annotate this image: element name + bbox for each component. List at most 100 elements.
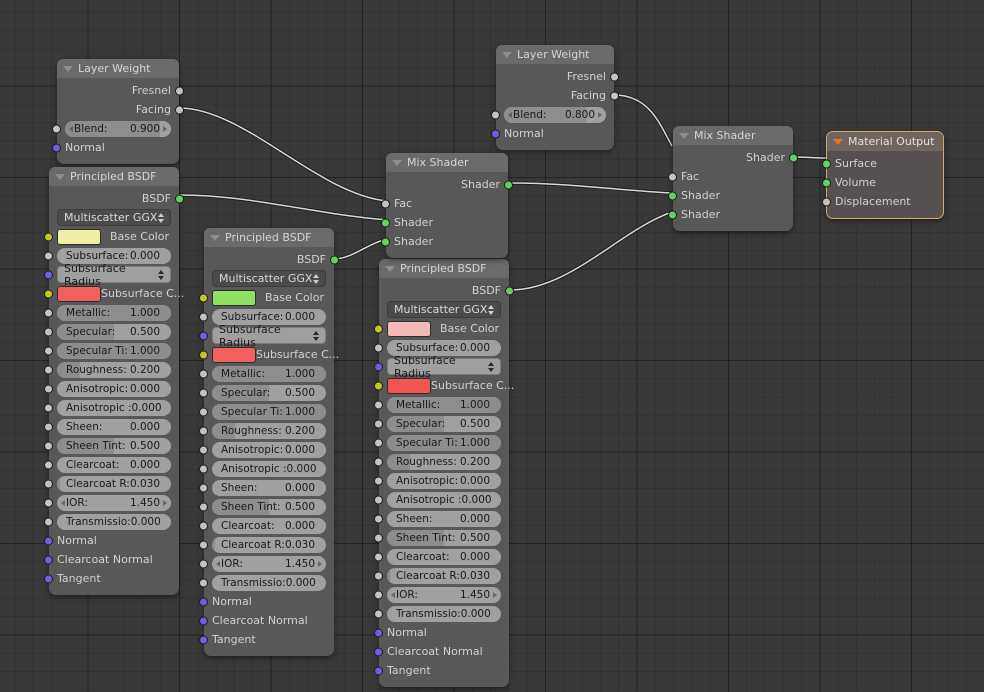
updown-arrows-icon[interactable] <box>158 212 164 223</box>
slider-metallic[interactable]: Metallic: 1.000 <box>57 304 171 321</box>
slider-clearcoat[interactable]: Clearcoat: 0.000 <box>387 548 501 565</box>
decrement-arrow-icon[interactable] <box>508 111 512 118</box>
distribution-dropdown[interactable]: Multiscatter GGX <box>212 270 326 287</box>
distribution-dropdown[interactable]: Multiscatter GGX <box>57 209 171 226</box>
subsurface-color-swatch[interactable] <box>387 377 431 394</box>
collapse-triangle-icon[interactable] <box>385 265 395 272</box>
slider-transmissio[interactable]: Transmissio: 0.000 <box>387 605 501 622</box>
slider-specularti[interactable]: Specular Ti: 1.000 <box>387 434 501 451</box>
decrement-arrow-icon[interactable] <box>69 125 73 132</box>
node-link[interactable] <box>333 238 389 260</box>
decrement-arrow-icon[interactable] <box>61 499 65 506</box>
slider-specular[interactable]: Specular: 0.500 <box>212 384 326 401</box>
increment-arrow-icon[interactable] <box>163 499 167 506</box>
base-color-swatch[interactable] <box>57 228 101 245</box>
node-header-principled-bsdf-3[interactable]: Principled BSDF <box>379 259 509 278</box>
subsurface-color-swatch[interactable] <box>212 346 256 363</box>
slider-subsurface[interactable]: Subsurface: 0.000 <box>387 339 501 356</box>
collapse-triangle-icon[interactable] <box>210 234 220 241</box>
node-header-layer-weight-1[interactable]: Layer Weight <box>57 59 179 78</box>
node-link[interactable] <box>179 194 389 221</box>
slider-clearcoat[interactable]: Clearcoat: 0.000 <box>212 517 326 534</box>
slider-anisotropic[interactable]: Anisotropic :0.000 <box>212 460 326 477</box>
slider-blend[interactable]: Blend: 0.800 <box>504 106 606 123</box>
slider-sheentint[interactable]: Sheen Tint: 0.500 <box>387 529 501 546</box>
node-header-material-output[interactable]: Material Output <box>827 132 943 151</box>
slider-specular[interactable]: Specular: 0.500 <box>57 323 171 340</box>
slider-roughness[interactable]: Roughness: 0.200 <box>57 361 171 378</box>
updown-arrows-icon[interactable] <box>488 361 494 372</box>
node-header-mix-shader-1[interactable]: Mix Shader <box>386 153 508 172</box>
collapse-triangle-icon[interactable] <box>679 132 689 139</box>
slider-blend[interactable]: Blend: 0.900 <box>65 120 171 137</box>
slider-sheen[interactable]: Sheen: 0.000 <box>57 418 171 435</box>
node-layer-weight-1[interactable]: Layer Weight Fresnel Facing Blend: 0.900 Norm… <box>52 59 184 164</box>
slider-anisotropic[interactable]: Anisotropic :0.000 <box>57 399 171 416</box>
shader-node-editor-canvas[interactable]: Layer Weight Fresnel Facing Blend: 0.900 Norm… <box>0 0 984 692</box>
base-color-swatch[interactable] <box>387 320 431 337</box>
slider-ior[interactable]: IOR: 1.450 <box>212 555 326 572</box>
collapse-triangle-icon[interactable] <box>63 65 73 72</box>
node-link[interactable] <box>613 94 673 147</box>
updown-arrows-icon[interactable] <box>488 304 494 315</box>
slider-clearcoat[interactable]: Clearcoat: 0.000 <box>57 456 171 473</box>
collapse-triangle-icon[interactable] <box>833 138 843 145</box>
node-layer-weight-2[interactable]: Layer Weight Fresnel Facing Blend: 0.800 Norm… <box>491 45 619 150</box>
decrement-arrow-icon[interactable] <box>391 591 395 598</box>
subsurface-radius-dropdown[interactable]: Subsurface Radius <box>212 323 326 349</box>
slider-sheentint[interactable]: Sheen Tint: 0.500 <box>57 437 171 454</box>
node-header-layer-weight-2[interactable]: Layer Weight <box>496 45 614 64</box>
slider-clearcoatr[interactable]: Clearcoat R: 0.030 <box>57 475 171 492</box>
node-mix-shader-2[interactable]: Mix Shader Shader Fac Shader Shader <box>668 126 798 231</box>
slider-roughness[interactable]: Roughness: 0.200 <box>212 422 326 439</box>
node-link[interactable] <box>178 107 389 202</box>
slider-subsurface[interactable]: Subsurface: 0.000 <box>57 247 171 264</box>
node-header-mix-shader-2[interactable]: Mix Shader <box>673 126 793 145</box>
slider-roughness[interactable]: Roughness: 0.200 <box>387 453 501 470</box>
slider-clearcoatr[interactable]: Clearcoat R: 0.030 <box>387 567 501 584</box>
distribution-dropdown[interactable]: Multiscatter GGX <box>387 301 501 318</box>
slider-metallic[interactable]: Metallic: 1.000 <box>212 365 326 382</box>
increment-arrow-icon[interactable] <box>598 111 602 118</box>
slider-anisotropic[interactable]: Anisotropic: 0.000 <box>387 472 501 489</box>
slider-sheentint[interactable]: Sheen Tint: 0.500 <box>212 498 326 515</box>
slider-anisotropic[interactable]: Anisotropic: 0.000 <box>57 380 171 397</box>
increment-arrow-icon[interactable] <box>163 125 167 132</box>
node-header-principled-bsdf-1[interactable]: Principled BSDF <box>49 167 179 186</box>
slider-ior[interactable]: IOR: 1.450 <box>387 586 501 603</box>
increment-arrow-icon[interactable] <box>318 560 322 567</box>
base-color-swatch[interactable] <box>212 289 256 306</box>
collapse-triangle-icon[interactable] <box>55 173 65 180</box>
slider-anisotropic[interactable]: Anisotropic :0.000 <box>387 491 501 508</box>
slider-metallic[interactable]: Metallic: 1.000 <box>387 396 501 413</box>
slider-sheen[interactable]: Sheen: 0.000 <box>212 479 326 496</box>
collapse-triangle-icon[interactable] <box>502 51 512 58</box>
subsurface-radius-dropdown[interactable]: Subsurface Radius <box>57 262 171 288</box>
slider-subsurface[interactable]: Subsurface: 0.000 <box>212 308 326 325</box>
collapse-triangle-icon[interactable] <box>392 159 402 166</box>
node-principled-bsdf-1[interactable]: Principled BSDF BSDF Multiscatter GGX Base … <box>44 167 184 595</box>
node-principled-bsdf-3[interactable]: Principled BSDF BSDF Multiscatter GGX Base … <box>374 259 514 687</box>
node-mix-shader-1[interactable]: Mix Shader Shader Fac Shader Shader <box>381 153 513 258</box>
node-principled-bsdf-2[interactable]: Principled BSDF BSDF Multiscatter GGX Base … <box>199 228 339 656</box>
subsurface-radius-dropdown[interactable]: Subsurface Radius <box>387 354 501 380</box>
decrement-arrow-icon[interactable] <box>216 560 220 567</box>
node-material-output[interactable]: Material Output Surface Volume Displacement <box>822 131 944 219</box>
updown-arrows-icon[interactable] <box>313 273 319 284</box>
node-link[interactable] <box>509 211 673 291</box>
slider-transmissio[interactable]: Transmissio: 0.000 <box>57 513 171 530</box>
increment-arrow-icon[interactable] <box>493 591 497 598</box>
node-header-principled-bsdf-2[interactable]: Principled BSDF <box>204 228 334 247</box>
subsurface-color-swatch[interactable] <box>57 285 101 302</box>
slider-anisotropic[interactable]: Anisotropic: 0.000 <box>212 441 326 458</box>
updown-arrows-icon[interactable] <box>158 269 164 280</box>
node-link[interactable] <box>509 182 673 194</box>
slider-transmissio[interactable]: Transmissio: 0.000 <box>212 574 326 591</box>
slider-specular[interactable]: Specular: 0.500 <box>387 415 501 432</box>
slider-specularti[interactable]: Specular Ti: 1.000 <box>57 342 171 359</box>
slider-clearcoatr[interactable]: Clearcoat R: 0.030 <box>212 536 326 553</box>
slider-ior[interactable]: IOR: 1.450 <box>57 494 171 511</box>
slider-specularti[interactable]: Specular Ti: 1.000 <box>212 403 326 420</box>
updown-arrows-icon[interactable] <box>313 330 319 341</box>
slider-sheen[interactable]: Sheen: 0.000 <box>387 510 501 527</box>
